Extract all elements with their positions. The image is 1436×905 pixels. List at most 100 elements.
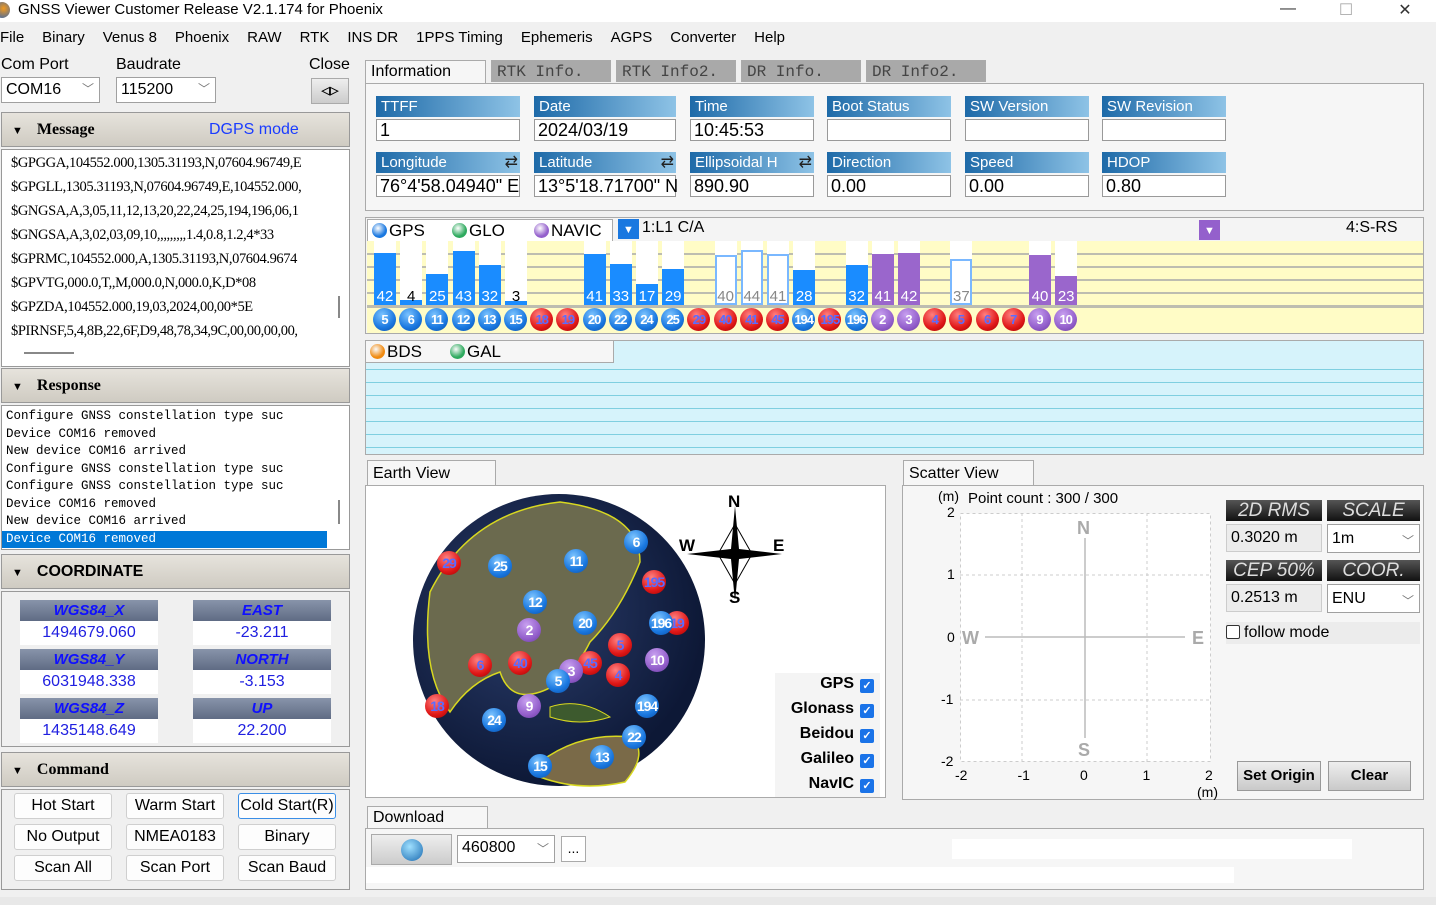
baudrate-select[interactable]: 115200 ﹀ <box>116 77 216 103</box>
scatter-view-tab[interactable]: Scatter View <box>903 460 1034 486</box>
snr-value: 33 <box>612 288 630 305</box>
clear-button[interactable]: Clear <box>1328 761 1411 791</box>
minimize-button[interactable]: — <box>1265 0 1311 22</box>
tab-rtk-info-[interactable]: RTK Info. <box>491 60 611 82</box>
response-line[interactable]: New device COM16 arrived <box>2 443 349 461</box>
response-line[interactable]: Device COM16 removed <box>2 496 349 514</box>
command-button-scan-all[interactable]: Scan All <box>14 855 112 881</box>
filter-galileo[interactable]: Galileo ✓ <box>801 750 874 768</box>
download-button[interactable] <box>371 834 452 865</box>
snr-value: 40 <box>1031 288 1049 305</box>
tab-rtk-info2-[interactable]: RTK Info2. <box>616 60 736 82</box>
command-button-binary[interactable]: Binary <box>238 824 336 850</box>
menu-item-file[interactable]: File <box>0 27 33 49</box>
filter-navic[interactable]: NavIC ✓ <box>809 775 874 793</box>
response-section-header[interactable]: ▼ Response <box>1 368 350 403</box>
snr-bar-slot: 40 <box>1029 241 1051 305</box>
cep-value: 0.2513 m <box>1226 584 1322 612</box>
snr-bar-slot: 17 <box>636 241 658 305</box>
command-button-scan-port[interactable]: Scan Port <box>126 855 224 881</box>
command-button-cold-start-r-[interactable]: Cold Start(R) <box>238 793 336 819</box>
menu-item-phoenix[interactable]: Phoenix <box>175 27 238 49</box>
legend-dot-icon <box>372 223 387 238</box>
browse-button[interactable]: ... <box>561 836 586 862</box>
grid-line <box>366 395 1423 396</box>
scrollbar-thumb[interactable] <box>338 296 340 318</box>
menu-item-ins-dr[interactable]: INS DR <box>347 27 407 49</box>
snr-bar-slot: 33 <box>609 241 632 305</box>
scatter-east: E <box>1192 628 1205 648</box>
coor-value: ENU <box>1332 590 1366 607</box>
close-window-button[interactable]: ✕ <box>1382 0 1428 22</box>
scale-header: SCALE <box>1327 500 1420 521</box>
maximize-button[interactable]: ☐ <box>1323 0 1369 22</box>
response-line[interactable]: New device COM16 arrived <box>2 513 349 531</box>
filter-gps[interactable]: GPS ✓ <box>820 675 874 693</box>
response-line[interactable]: Configure GNSS constellation type suc <box>2 461 349 479</box>
collapse-triangle-icon: ▼ <box>12 381 23 393</box>
download-tab[interactable]: Download <box>367 806 488 829</box>
response-line[interactable]: Device COM16 removed <box>2 426 349 444</box>
chevron-down-icon: ﹀ <box>197 82 210 96</box>
checkbox-checked-icon[interactable]: ✓ <box>860 754 874 768</box>
menu-item-help[interactable]: Help <box>754 27 794 49</box>
menu-item-rtk[interactable]: RTK <box>300 27 339 49</box>
menu-item-agps[interactable]: AGPS <box>611 27 662 49</box>
menu-item-venus-8[interactable]: Venus 8 <box>103 27 166 49</box>
earth-view-tab[interactable]: Earth View <box>367 460 496 486</box>
menu-item-converter[interactable]: Converter <box>670 27 745 49</box>
filter-beidou[interactable]: Beidou ✓ <box>800 725 874 743</box>
signal-dropdown-button-2[interactable]: ▼ <box>1199 220 1220 240</box>
menu-item-raw[interactable]: RAW <box>247 27 290 49</box>
refresh-icon[interactable]: ⇄ <box>661 152 674 173</box>
coordinate-section-header[interactable]: ▼ COORDINATE <box>1 554 350 589</box>
menu-bar: File Binary Venus 8 Phoenix RAW RTK INS DR 1PPS… <box>0 27 794 49</box>
response-line[interactable]: Configure GNSS constellation type suc <box>2 408 349 426</box>
message-section-header[interactable]: ▼ Message DGPS mode <box>1 112 350 147</box>
set-origin-button[interactable]: Set Origin <box>1237 761 1321 791</box>
y-unit-label: (m) <box>938 488 959 504</box>
message-list[interactable]: $GPGGA,104552.000,1305.31193,N,07604.967… <box>1 149 350 367</box>
command-button-nmea0183[interactable]: NMEA0183 <box>126 824 224 850</box>
coor-select[interactable]: ENU ﹀ <box>1327 584 1420 613</box>
menu-item-1pps-timing[interactable]: 1PPS Timing <box>416 27 512 49</box>
filter-label: GPS <box>820 675 854 692</box>
command-section-header[interactable]: ▼ Command <box>1 752 350 787</box>
response-line[interactable]: Configure GNSS constellation type suc <box>2 478 349 496</box>
command-button-hot-start[interactable]: Hot Start <box>14 793 112 819</box>
snr-value: 23 <box>1057 288 1075 305</box>
command-button-warm-start[interactable]: Warm Start <box>126 793 224 819</box>
com-port-select[interactable]: COM16 ﹀ <box>1 77 100 103</box>
checkbox-checked-icon[interactable]: ✓ <box>860 704 874 718</box>
filter-glonass[interactable]: Glonass ✓ <box>791 700 874 718</box>
command-button-no-output[interactable]: No Output <box>14 824 112 850</box>
collapse-triangle-icon: ▼ <box>12 125 23 137</box>
checkbox-checked-icon[interactable]: ✓ <box>860 729 874 743</box>
checkbox-checked-icon[interactable]: ✓ <box>860 779 874 793</box>
download-baud-select[interactable]: 460800 ﹀ <box>457 835 555 863</box>
tab-dr-info2-[interactable]: DR Info2. <box>866 60 986 82</box>
filter-label: NavIC <box>808 775 854 792</box>
signal-dropdown-button[interactable]: ▼ <box>618 219 639 239</box>
response-list[interactable]: Configure GNSS constellation type suc Dev… <box>1 405 350 550</box>
refresh-icon[interactable]: ⇄ <box>799 152 812 173</box>
command-button-scan-baud[interactable]: Scan Baud <box>238 855 336 881</box>
tab-dr-info-[interactable]: DR Info. <box>741 60 861 82</box>
earth-satellite-194: 194 <box>635 694 659 718</box>
info-label-text: SW Version <box>970 98 1049 115</box>
constellation-filter: GPS ✓ Glonass ✓ Beidou ✓ Galileo ✓ NavIC ✓ <box>775 673 880 797</box>
scrollbar-thumb[interactable] <box>338 500 340 524</box>
satellite-prn-25: 25 <box>661 308 685 331</box>
disconnect-plug-icon[interactable]: ◁▷ <box>311 78 349 104</box>
horizontal-scrollbar-thumb[interactable] <box>24 352 74 354</box>
follow-mode-checkbox[interactable]: follow mode <box>1226 622 1420 644</box>
checkbox-checked-icon[interactable]: ✓ <box>860 679 874 693</box>
tab-information[interactable]: Information <box>365 60 486 84</box>
response-line[interactable]: Device COM16 removed <box>2 530 327 548</box>
menu-item-ephemeris[interactable]: Ephemeris <box>521 27 602 49</box>
refresh-icon[interactable]: ⇄ <box>505 152 518 173</box>
scatter-north: N <box>1077 518 1090 538</box>
close-label: Close <box>309 56 350 73</box>
scale-select[interactable]: 1m ﹀ <box>1327 524 1420 553</box>
menu-item-binary[interactable]: Binary <box>42 27 94 49</box>
